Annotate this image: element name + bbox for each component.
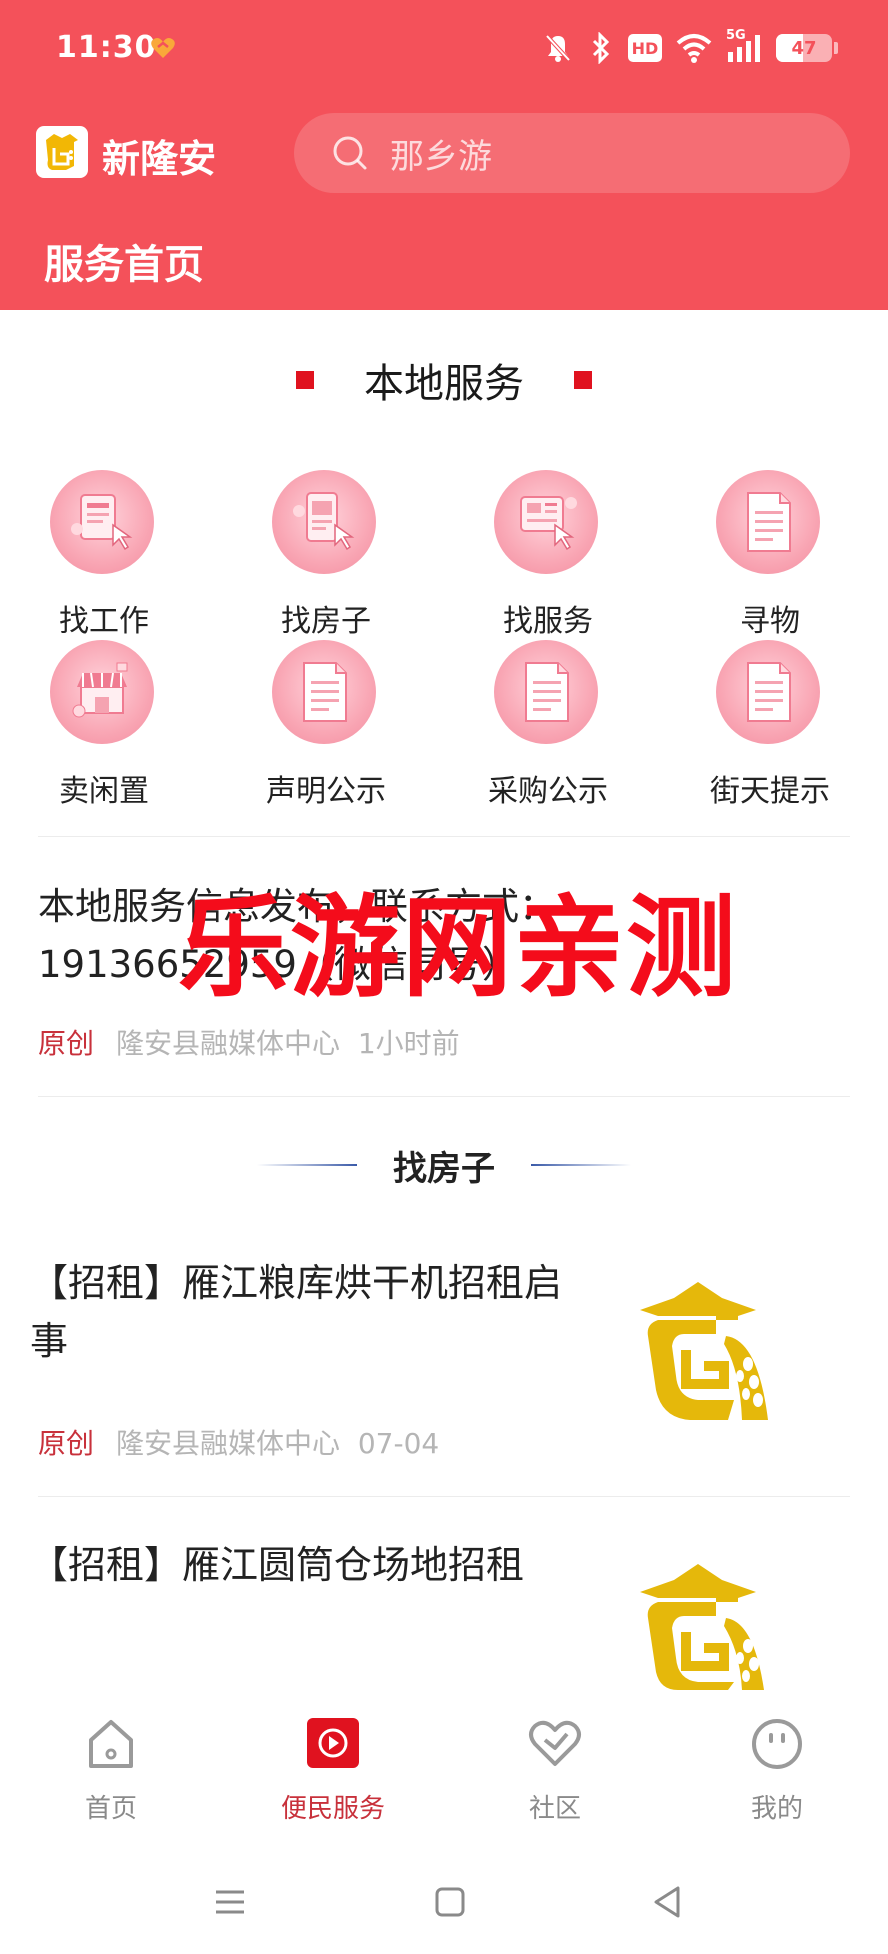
status-bar: 11:30 HD 5G 47 [0, 0, 888, 100]
decor-line-left [257, 1164, 357, 1166]
house-icon [272, 470, 376, 574]
divider [38, 836, 850, 837]
mute-bell-icon [545, 34, 571, 62]
house-section-heading: 找房子 [0, 1140, 888, 1190]
search-icon [333, 136, 367, 170]
service-label: 找房子 [281, 604, 371, 639]
shop-icon [50, 640, 154, 744]
battery-level: 47 [791, 37, 817, 59]
service-label: 找服务 [503, 604, 593, 639]
house-section-title: 找房子 [393, 1148, 495, 1189]
decor-line-right [531, 1164, 631, 1166]
service-icon [494, 470, 598, 574]
back-triangle-icon[interactable] [648, 1882, 688, 1922]
bluetooth-icon [592, 32, 610, 64]
status-time: 11:30 [56, 30, 157, 65]
article-title: 【招租】雁江粮库烘干机招租启事 [30, 1261, 563, 1363]
divider [38, 1096, 850, 1097]
article-meta: 原创 隆安县融媒体中心 07-04 [38, 1422, 439, 1462]
nav-community[interactable]: 社区 [444, 1716, 666, 1836]
bottom-nav: 首页 便民服务 社区 我的 [0, 1690, 888, 1840]
system-nav-bar [0, 1860, 888, 1954]
notice-meta: 原创 隆安县融媒体中心 1小时前 [38, 1022, 460, 1062]
hd-badge: HD [628, 34, 662, 62]
article-title: 【招租】雁江圆筒仓场地招租 [30, 1543, 525, 1587]
home-square-icon[interactable] [430, 1882, 470, 1922]
notice-time: 1小时前 [357, 1027, 460, 1060]
service-item-procurement[interactable]: 采购公示 [448, 636, 648, 809]
search-input[interactable]: 那乡游 [294, 113, 850, 193]
wifi-icon [676, 34, 712, 63]
service-item-find-house[interactable]: 找房子 [226, 466, 426, 639]
app-logo-icon [36, 126, 88, 178]
app-notification-icon [151, 38, 175, 58]
service-label: 街天提示 [710, 774, 830, 809]
decor-square-left [296, 371, 314, 389]
service-item-statement[interactable]: 声明公示 [226, 636, 426, 809]
article-time: 07-04 [357, 1427, 440, 1460]
service-item-sell-used[interactable]: 卖闲置 [4, 636, 204, 809]
decor-square-right [574, 371, 592, 389]
nav-label: 我的 [750, 1794, 803, 1824]
nav-label: 便民服务 [280, 1794, 385, 1824]
play-icon [307, 1718, 359, 1768]
service-label: 采购公示 [488, 774, 608, 809]
original-tag: 原创 [38, 1027, 95, 1060]
local-services-heading: 本地服务 [0, 350, 888, 410]
nav-services[interactable]: 便民服务 [222, 1716, 444, 1836]
local-services-title: 本地服务 [364, 361, 524, 407]
service-label: 找工作 [59, 604, 149, 639]
document-icon [716, 640, 820, 744]
document-icon [494, 640, 598, 744]
battery-indicator: 47 [776, 34, 838, 62]
battery-icon: 47 [776, 34, 832, 62]
app-header: 11:30 HD 5G 47 新隆安 那乡游 服务首页 [0, 0, 888, 310]
heart-icon [529, 1720, 581, 1766]
home-icon [89, 1720, 133, 1768]
notice-source: 隆安县融媒体中心 [116, 1027, 341, 1060]
service-label: 卖闲置 [59, 774, 149, 809]
smile-icon [752, 1719, 802, 1769]
app-name: 新隆安 [102, 137, 217, 181]
job-icon [50, 470, 154, 574]
nav-label: 社区 [528, 1794, 581, 1824]
article-thumbnail-logo [640, 1564, 764, 1690]
original-tag: 原创 [38, 1427, 95, 1460]
document-icon [716, 470, 820, 574]
service-item-find-service[interactable]: 找服务 [448, 466, 648, 639]
service-label: 声明公示 [266, 774, 386, 809]
article-source: 隆安县融媒体中心 [116, 1427, 341, 1460]
page-title: 服务首页 [44, 242, 204, 288]
nav-profile[interactable]: 我的 [666, 1716, 888, 1836]
signal-indicator: 5G [726, 28, 762, 64]
article-thumbnail-logo [640, 1282, 768, 1420]
service-label: 寻物 [740, 604, 800, 639]
nav-home[interactable]: 首页 [0, 1716, 222, 1836]
signal-icon [728, 35, 760, 62]
service-item-market-day[interactable]: 街天提示 [670, 636, 870, 809]
service-item-lost-found[interactable]: 寻物 [670, 466, 870, 639]
menu-icon[interactable] [210, 1882, 250, 1922]
document-icon [272, 640, 376, 744]
search-placeholder: 那乡游 [390, 136, 492, 177]
status-icons: HD 5G 47 [542, 28, 838, 68]
nav-label: 首页 [84, 1794, 137, 1824]
divider [38, 1496, 850, 1497]
service-item-find-job[interactable]: 找工作 [4, 466, 204, 639]
watermark-text: 乐游网亲测 [178, 884, 738, 1012]
